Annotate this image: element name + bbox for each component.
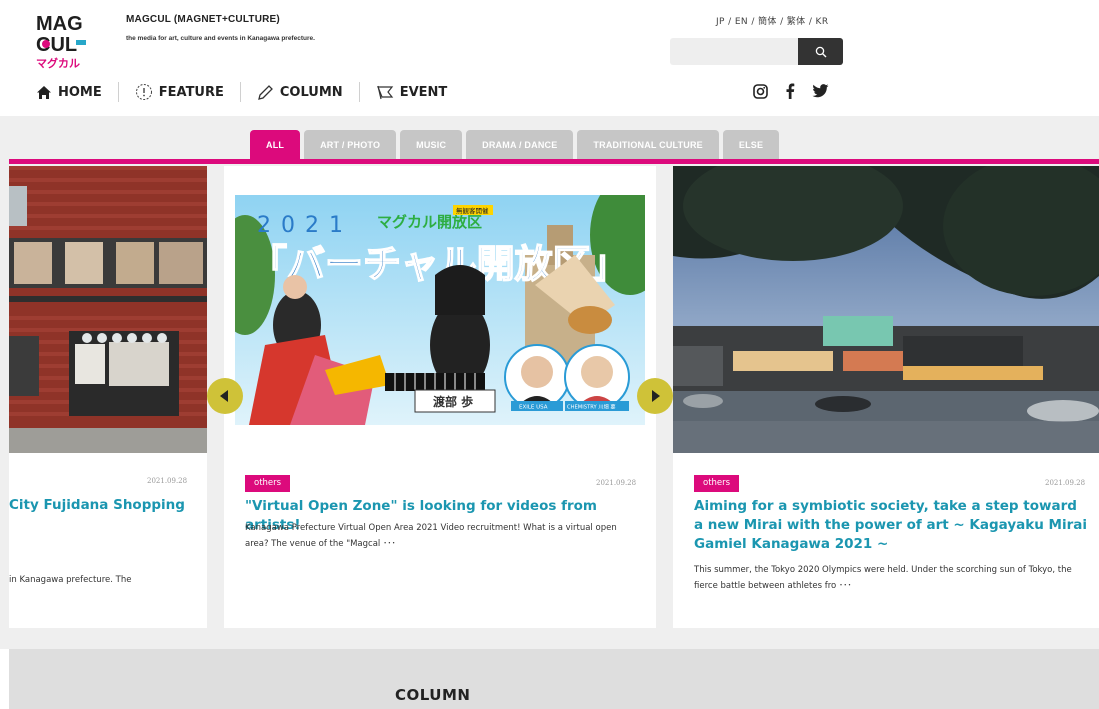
article-image[interactable] [673,166,1099,453]
tabs-underline [9,159,1099,164]
tab-drama-dance[interactable]: DRAMA / DANCE [466,130,574,159]
article-title[interactable]: City Fujidana Shopping [9,496,207,515]
article-card-left[interactable]: 2021.09.28 City Fujidana Shopping in Kan… [9,166,207,628]
carousel-prev-button[interactable] [207,378,243,414]
site-tagline: the media for art, culture and events in… [126,35,315,42]
nav-home[interactable]: HOME [36,85,102,100]
featured-carousel: ALL ART / PHOTO MUSIC DRAMA / DANCE TRAD… [0,116,1099,649]
nav-home-label: HOME [58,84,102,100]
site-title: MAGCUL (MAGNET+CULTURE) [126,14,280,25]
image-badge: 無観客開催 [456,206,489,215]
nav-event-label: EVENT [399,84,448,100]
image-guest1: EXILE USA [519,405,548,411]
category-tag[interactable]: others [245,475,291,492]
nav-event[interactable]: EVENT [376,84,448,100]
main-nav: HOME FEATURE COLUMN EVENT [36,81,447,103]
article-description: in Kanagawa prefecture. The [9,575,132,585]
search-box [670,38,843,65]
site-logo[interactable]: MAG CUL マグカル [36,12,96,70]
instagram-icon[interactable] [753,83,768,99]
article-date: 2021.09.28 [147,477,188,485]
tab-else[interactable]: ELSE [722,130,780,159]
feature-icon [135,83,153,101]
image-guest2: CHEMISTRY 川畑 要 [567,403,616,411]
tab-art-photo[interactable]: ART / PHOTO [304,130,397,159]
column-heading: COLUMN [395,686,471,704]
column-section: COLUMN [9,649,1099,709]
arrow-left-icon [220,390,228,402]
twitter-icon[interactable] [812,84,829,98]
facebook-icon[interactable] [785,83,795,99]
category-tag[interactable]: others [694,475,740,492]
article-description: Kanagawa Prefecture Virtual Open Area 20… [245,523,617,549]
search-button[interactable] [798,38,843,65]
article-date: 2021.09.28 [596,479,637,487]
logo-line-3: マグカル [36,56,80,70]
tab-traditional-culture[interactable]: TRADITIONAL CULTURE [577,130,719,159]
tab-music[interactable]: MUSIC [400,130,463,159]
arrow-right-icon [652,390,660,402]
pencil-icon [257,84,274,101]
home-icon [36,85,52,100]
nav-divider [239,82,241,102]
search-icon [815,46,826,57]
nav-feature[interactable]: FEATURE [135,83,224,101]
carousel-next-button[interactable] [637,378,673,414]
category-tabs: ALL ART / PHOTO MUSIC DRAMA / DANCE TRAD… [250,130,783,159]
nav-divider [117,82,119,102]
social-links [753,83,846,99]
article-image[interactable] [9,166,207,453]
tab-all[interactable]: ALL [250,130,301,159]
nav-divider [358,82,360,102]
language-switcher[interactable]: JP / EN / 簡体 / 繁体 / KR [716,14,828,27]
article-date: 2021.09.28 [1045,479,1086,487]
article-card-center[interactable]: 2021 マグカル開放区 無観客開催 「バーチャル開放区」 渡部 歩 EXILE… [224,166,656,628]
flag-icon [376,84,394,100]
nav-feature-label: FEATURE [158,84,224,100]
image-year: 2021 [257,213,353,238]
image-brand: マグカル開放区 [377,213,482,231]
article-image[interactable]: 2021 マグカル開放区 無観客開催 「バーチャル開放区」 渡部 歩 EXILE… [235,195,645,425]
nav-column-label: COLUMN [279,84,343,100]
article-description: This summer, the Tokyo 2020 Olympics wer… [694,565,1072,591]
article-title[interactable]: Aiming for a symbiotic society, take a s… [694,497,1089,554]
search-input[interactable] [670,38,798,65]
nav-column[interactable]: COLUMN [257,84,343,101]
image-name: 渡部 歩 [433,394,473,409]
logo-line-1: MAG [36,13,83,35]
site-header: MAG CUL マグカル MAGCUL (MAGNET+CULTURE) the… [0,0,1099,116]
article-card-right[interactable]: others 2021.09.28 Aiming for a symbiotic… [673,166,1099,628]
